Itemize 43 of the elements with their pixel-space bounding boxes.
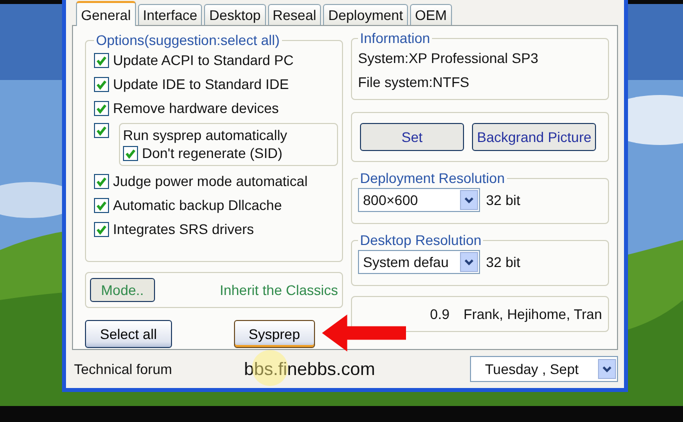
- authors-text: Frank, Hejihome, Tran: [464, 306, 602, 322]
- resolution-dropdown[interactable]: 800×600: [358, 188, 480, 212]
- tab[interactable]: OEM: [410, 4, 452, 25]
- mode-button[interactable]: Mode..: [90, 278, 155, 302]
- checkbox-label[interactable]: Judge power mode automatical: [113, 173, 308, 189]
- checkbox[interactable]: [94, 100, 109, 116]
- color-depth-text: 32 bit: [486, 192, 520, 208]
- forum-link[interactable]: bbs.finebbs.com: [244, 358, 376, 380]
- checkbox-label[interactable]: Don't regenerate (SID): [142, 145, 282, 161]
- tab[interactable]: Reseal: [268, 4, 322, 25]
- info-text: System:XP Professional SP3: [358, 49, 540, 68]
- status-label: Technical forum: [74, 361, 172, 378]
- group-title: Information: [359, 30, 432, 46]
- select-all-button[interactable]: Select all: [85, 320, 172, 348]
- checkbox[interactable]: [94, 52, 109, 68]
- date-dropdown[interactable]: Tuesday , Sept: [470, 356, 618, 382]
- group-title: Desktop Resolution: [359, 232, 482, 248]
- checkbox-label[interactable]: Automatic backup Dllcache: [113, 197, 282, 213]
- action-button[interactable]: Set: [360, 123, 464, 151]
- checkbox[interactable]: [94, 222, 109, 236]
- version-text: 0.9: [430, 306, 450, 322]
- checkbox[interactable]: [94, 174, 109, 188]
- checkbox-label[interactable]: Integrates SRS drivers: [113, 221, 254, 237]
- tab[interactable]: Desktop: [204, 4, 266, 25]
- sysprep-button[interactable]: Sysprep: [234, 320, 315, 348]
- action-button[interactable]: Backgrand Picture: [472, 123, 596, 151]
- tab[interactable]: Interface: [138, 4, 202, 25]
- checkbox[interactable]: [123, 146, 138, 160]
- tab[interactable]: General: [76, 1, 136, 26]
- checkbox-label[interactable]: Remove hardware devices: [113, 100, 279, 116]
- checkbox[interactable]: [94, 123, 109, 138]
- group-title: Deployment Resolution: [359, 170, 506, 186]
- tab[interactable]: Deployment: [323, 4, 408, 25]
- mode-label: Inherit the Classics: [220, 282, 338, 298]
- resolution-dropdown[interactable]: System defau: [358, 250, 480, 274]
- checkbox-label[interactable]: Update IDE to Standard IDE: [113, 76, 289, 92]
- info-text: File system:NTFS: [358, 73, 470, 92]
- checkbox[interactable]: [94, 198, 109, 212]
- color-depth-text: 32 bit: [486, 254, 520, 270]
- group-title: Options(suggestion:select all): [95, 32, 281, 48]
- checkbox-label[interactable]: Run sysprep automatically: [123, 127, 288, 143]
- checkbox-label[interactable]: Update ACPI to Standard PC: [113, 52, 294, 68]
- checkbox[interactable]: [94, 76, 109, 92]
